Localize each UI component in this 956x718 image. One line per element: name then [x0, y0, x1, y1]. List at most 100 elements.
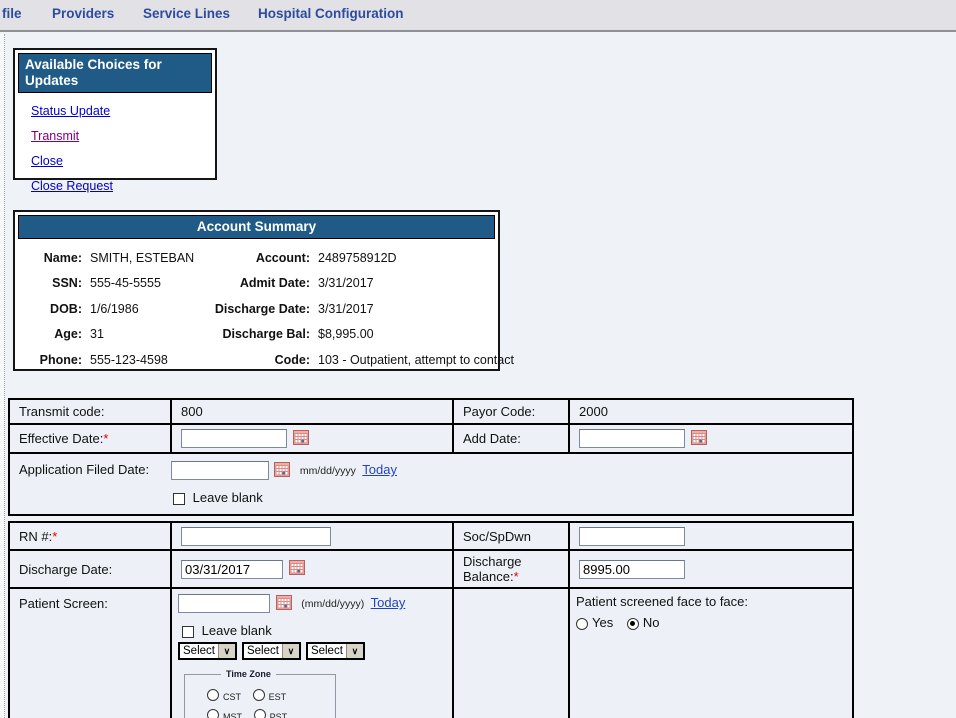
nav-item-hospital-configuration[interactable]: Hospital Configuration	[258, 6, 404, 21]
face-to-face-label: Patient screened face to face:	[576, 594, 846, 609]
age-value: 31	[90, 322, 182, 347]
age-label: Age:	[27, 322, 82, 347]
code-value: 103 - Outpatient, attempt to contact	[318, 348, 514, 373]
calendar-icon[interactable]	[276, 595, 292, 613]
discharge-bal-value: $8,995.00	[318, 322, 514, 347]
name-label: Name:	[27, 246, 82, 271]
admit-date-value: 3/31/2017	[318, 271, 514, 296]
name-value: SMITH, ESTEBAN	[90, 246, 182, 271]
transmit-code-value: 800	[171, 399, 453, 424]
required-mark: *	[52, 529, 57, 544]
rn-cell	[171, 522, 453, 550]
patient-screen-select-1[interactable]: Select ∨	[178, 642, 237, 660]
radio-no[interactable]	[627, 618, 639, 630]
radio-est[interactable]	[253, 689, 265, 701]
discharge-balance-input[interactable]	[579, 560, 685, 579]
nav-item-providers[interactable]: Providers	[52, 6, 114, 21]
ssn-label: SSN:	[27, 271, 82, 296]
payor-code-value: 2000	[569, 399, 853, 424]
ssn-value: 555-45-5555	[90, 271, 182, 296]
today-link[interactable]: Today	[371, 595, 406, 610]
admit-date-label: Admit Date:	[190, 271, 310, 296]
select-value: Select	[308, 644, 346, 658]
link-transmit[interactable]: Transmit	[31, 129, 79, 143]
patient-screen-cell: (mm/dd/yyyy) Today Leave blank Select ∨ …	[171, 588, 453, 718]
link-close[interactable]: Close	[31, 154, 63, 168]
chevron-down-icon: ∨	[346, 644, 363, 658]
patient-screen-select-2[interactable]: Select ∨	[242, 642, 301, 660]
effective-date-input[interactable]	[181, 429, 287, 448]
table-row: RN #:* Soc/SpDwn	[9, 522, 853, 550]
patient-screen-select-3[interactable]: Select ∨	[306, 642, 365, 660]
leave-blank-checkbox[interactable]	[182, 626, 194, 638]
select-value: Select	[244, 644, 282, 658]
table-row: Transmit code: 800 Payor Code: 2000	[9, 399, 853, 424]
account-summary-panel: Account Summary Name: SMITH, ESTEBAN Acc…	[13, 210, 500, 371]
radio-pst[interactable]	[254, 709, 266, 718]
leave-blank-checkbox[interactable]	[173, 493, 185, 505]
soc-spdwn-label: Soc/SpDwn	[453, 522, 569, 550]
discharge-balance-label-cell: Discharge Balance:*	[453, 550, 569, 588]
radio-cst[interactable]	[207, 689, 219, 701]
discharge-date-input[interactable]	[181, 560, 283, 579]
available-choices-panel: Available Choices for Updates Status Upd…	[13, 48, 217, 180]
rn-label-cell: RN #:*	[9, 522, 171, 550]
empty-cell	[453, 588, 569, 718]
calendar-icon[interactable]	[691, 430, 707, 448]
application-filed-label: Application Filed Date:	[19, 462, 167, 477]
transmit-code-label: Transmit code:	[9, 399, 171, 424]
soc-spdwn-input[interactable]	[579, 527, 685, 546]
payor-code-label: Payor Code:	[453, 399, 569, 424]
account-value: 2489758912D	[318, 246, 514, 271]
time-zone-legend: Time Zone	[221, 669, 276, 679]
calendar-icon[interactable]	[289, 560, 305, 578]
required-mark: *	[103, 431, 108, 446]
link-close-request[interactable]: Close Request	[31, 179, 113, 193]
account-summary-title: Account Summary	[18, 215, 495, 239]
dob-label: DOB:	[27, 297, 82, 322]
yes-label: Yes	[592, 615, 613, 630]
nav-item-service-lines[interactable]: Service Lines	[143, 6, 230, 21]
pst-label: PST	[270, 712, 288, 718]
calendar-icon[interactable]	[274, 462, 290, 480]
face-to-face-cell: Patient screened face to face: Yes No	[569, 588, 853, 718]
table-row: Patient Screen: (mm/dd/yyyy) Today Leave…	[9, 588, 853, 718]
screen: file Providers Service Lines Hospital Co…	[0, 0, 956, 718]
table-row: Discharge Date: Discharge Balance:*	[9, 550, 853, 588]
effective-date-label: Effective Date:	[19, 431, 103, 446]
discharge-date-label: Discharge Date:	[9, 550, 171, 588]
date-format-hint: mm/dd/yyyy	[300, 465, 356, 477]
chevron-down-icon: ∨	[218, 644, 235, 658]
nav-item-file[interactable]: file	[2, 6, 22, 21]
required-mark: *	[514, 569, 519, 584]
rn-input[interactable]	[181, 527, 331, 546]
today-link[interactable]: Today	[362, 462, 397, 477]
mst-label: MST	[223, 712, 242, 718]
discharge-date-summary-value: 3/31/2017	[318, 297, 514, 322]
table-row: Application Filed Date: mm/dd/yyyy Today…	[9, 453, 853, 515]
rn-label: RN #:	[19, 529, 52, 544]
patient-screen-date-input[interactable]	[178, 594, 270, 613]
calendar-icon[interactable]	[293, 430, 309, 448]
account-summary-grid: Name: SMITH, ESTEBAN Account: 2489758912…	[18, 239, 495, 373]
no-label: No	[643, 615, 660, 630]
discharge-date-cell	[171, 550, 453, 588]
patient-form-table: RN #:* Soc/SpDwn Discharge Date: Dischar…	[8, 521, 854, 718]
effective-date-cell	[171, 424, 453, 453]
link-status-update[interactable]: Status Update	[31, 104, 110, 118]
application-filed-cell: Application Filed Date: mm/dd/yyyy Today…	[9, 453, 853, 515]
cst-label: CST	[223, 692, 241, 702]
add-date-input[interactable]	[579, 429, 685, 448]
frame-gutter	[0, 34, 5, 718]
patient-screen-label: Patient Screen:	[9, 588, 171, 718]
radio-mst[interactable]	[207, 709, 219, 718]
date-format-hint: (mm/dd/yyyy)	[301, 598, 364, 610]
leave-blank-label: Leave blank	[202, 623, 272, 638]
select-value: Select	[180, 644, 218, 658]
application-filed-date-input[interactable]	[171, 461, 269, 480]
chevron-down-icon: ∨	[282, 644, 299, 658]
discharge-date-summary-label: Discharge Date:	[190, 297, 310, 322]
leave-blank-label: Leave blank	[193, 490, 263, 505]
radio-yes[interactable]	[576, 618, 588, 630]
transmit-form-table: Transmit code: 800 Payor Code: 2000 Effe…	[8, 398, 854, 516]
